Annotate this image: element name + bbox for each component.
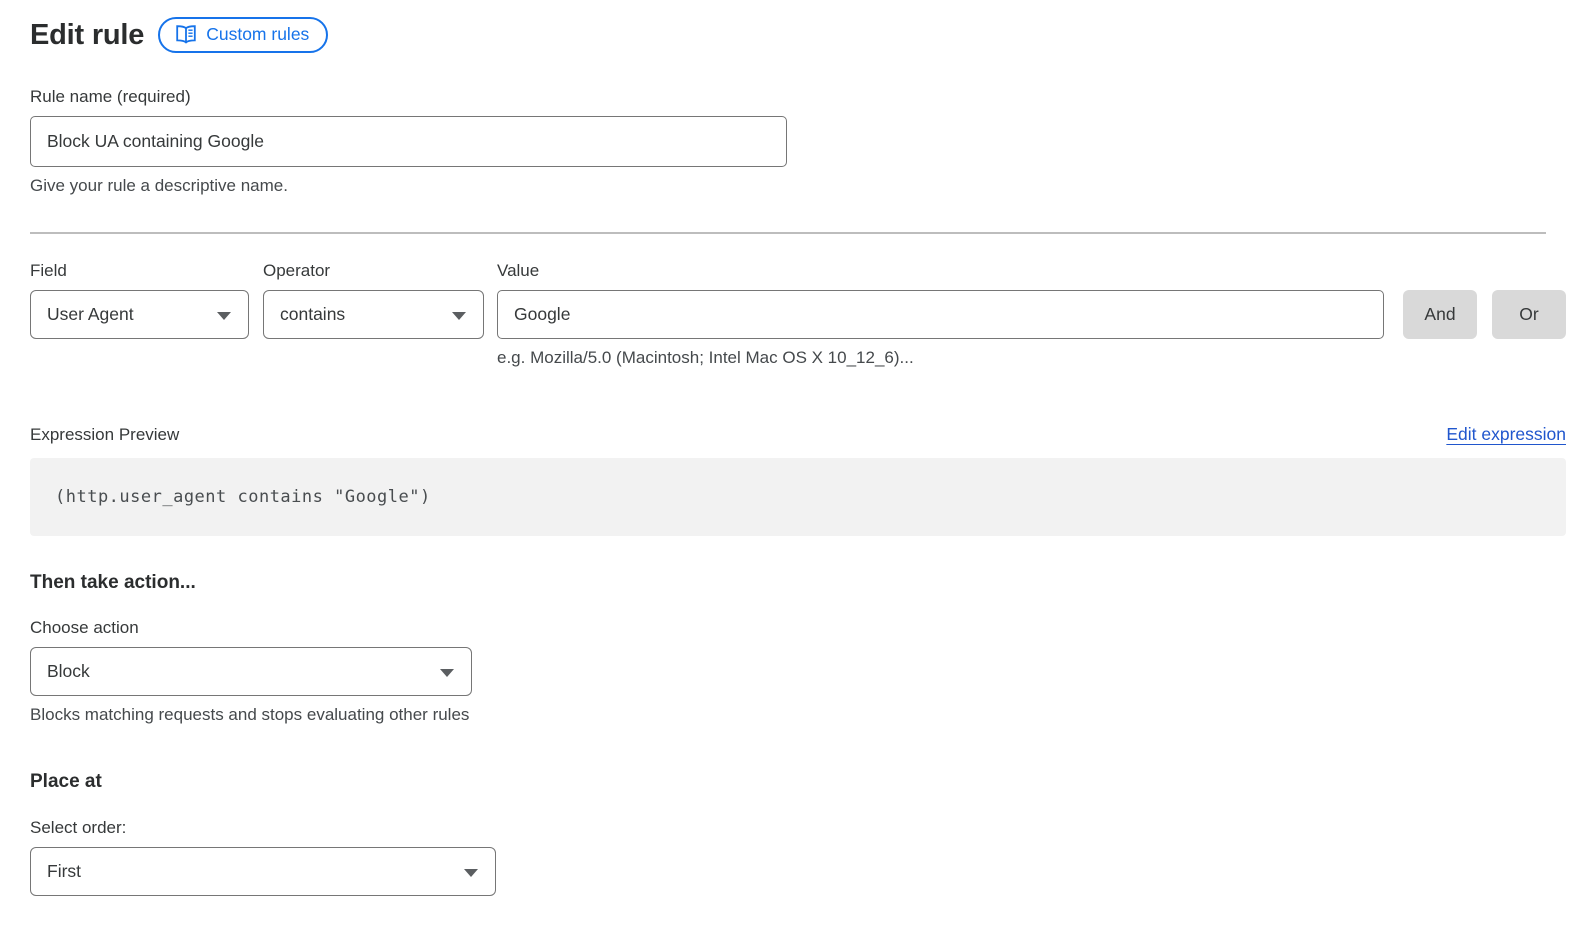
placement-heading: Place at	[30, 771, 1566, 793]
action-heading: Then take action...	[30, 572, 1566, 594]
condition-labels: Field Operator Value	[30, 261, 1566, 281]
rule-name-section: Rule name (required) Give your rule a de…	[30, 87, 1566, 196]
chevron-down-icon	[217, 312, 231, 320]
chevron-down-icon	[464, 869, 478, 877]
select-order-label: Select order:	[30, 818, 1566, 838]
or-button[interactable]: Or	[1492, 290, 1566, 339]
operator-select-value: contains	[280, 304, 345, 325]
open-book-icon	[175, 25, 197, 44]
value-input[interactable]	[497, 290, 1384, 339]
page-header: Edit rule Custom rules	[30, 17, 1566, 53]
value-help: e.g. Mozilla/5.0 (Macintosh; Intel Mac O…	[497, 348, 1566, 368]
rule-name-label: Rule name (required)	[30, 87, 1566, 107]
rule-name-help: Give your rule a descriptive name.	[30, 176, 1566, 196]
edit-expression-link[interactable]: Edit expression	[1446, 424, 1566, 445]
expression-section: Expression Preview Edit expression (http…	[30, 424, 1566, 536]
expression-code: (http.user_agent contains "Google")	[55, 487, 431, 507]
edit-rule-page: Edit rule Custom rules Rule name (requir…	[30, 17, 1566, 896]
field-select-value: User Agent	[47, 304, 134, 325]
operator-select[interactable]: contains	[263, 290, 484, 339]
condition-row: User Agent contains And Or	[30, 290, 1566, 339]
value-label: Value	[497, 261, 539, 281]
field-select[interactable]: User Agent	[30, 290, 249, 339]
order-select-value: First	[47, 861, 81, 882]
action-help: Blocks matching requests and stops evalu…	[30, 705, 1566, 725]
choose-action-label: Choose action	[30, 618, 1566, 638]
action-select-value: Block	[47, 661, 90, 682]
custom-rules-badge-label: Custom rules	[206, 24, 309, 45]
rule-name-input[interactable]	[30, 116, 787, 167]
expression-code-block: (http.user_agent contains "Google")	[30, 458, 1566, 536]
operator-label: Operator	[263, 261, 497, 281]
expression-head: Expression Preview Edit expression	[30, 424, 1566, 445]
page-title: Edit rule	[30, 19, 144, 52]
and-button[interactable]: And	[1403, 290, 1477, 339]
expression-preview-label: Expression Preview	[30, 425, 179, 445]
condition-section: Field Operator Value User Agent contains…	[30, 261, 1566, 368]
custom-rules-badge[interactable]: Custom rules	[158, 17, 328, 53]
placement-section: Place at Select order: First	[30, 771, 1566, 896]
chevron-down-icon	[440, 669, 454, 677]
field-label: Field	[30, 261, 263, 281]
action-select[interactable]: Block	[30, 647, 472, 696]
order-select[interactable]: First	[30, 847, 496, 896]
section-divider	[30, 232, 1546, 234]
action-section: Then take action... Choose action Block …	[30, 572, 1566, 725]
chevron-down-icon	[452, 312, 466, 320]
